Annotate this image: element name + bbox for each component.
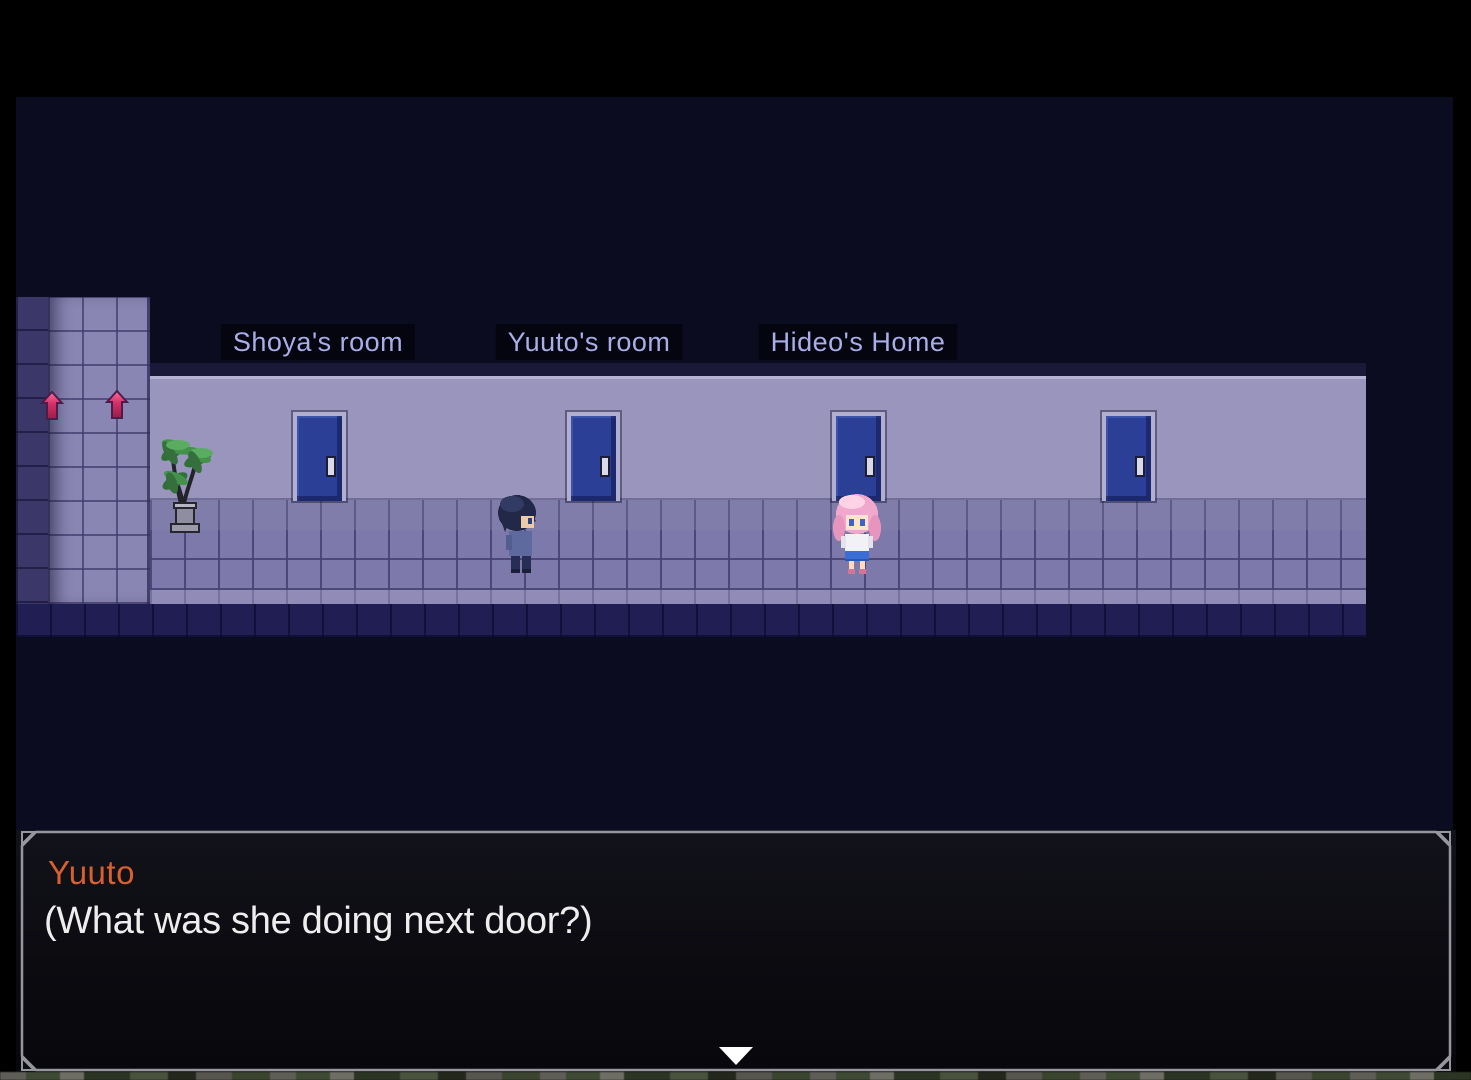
corner-ornament-icon [22,832,34,844]
corner-ornament-icon [1438,832,1450,844]
floor-near-wall [150,500,1366,530]
door-handle [600,456,610,477]
exit-up-arrow-icon[interactable] [105,389,129,421]
corridor-left-dark-tiles [16,297,48,637]
corner-ornament-icon [1438,1058,1450,1070]
background-photo-strip [0,1072,1471,1080]
dialogue-text: (What was she doing next door?) [44,900,592,943]
dialogue-frame [16,830,1456,1072]
floor-shadow-tiles [16,604,1366,637]
door-handle [865,456,875,477]
floor-tiles [150,530,1366,590]
floor-highlight-band [150,590,1366,604]
door-hideos-home[interactable] [832,412,885,501]
female-character[interactable] [832,490,882,578]
game-screen: Shoya's room Yuuto's room Hideo's Home [0,0,1471,1080]
door-unlabeled[interactable] [1102,412,1155,501]
male-character[interactable] [496,492,542,578]
room-label-shoya: Shoya's room [221,324,415,360]
corridor-exit-tiles [48,297,150,604]
plant-pot [171,503,199,532]
wall-top-band [150,363,1366,376]
palm-fronds [158,436,214,495]
potted-plant [148,429,220,537]
room-label-hideo: Hideo's Home [759,324,958,360]
continue-arrow-icon[interactable] [718,1046,754,1066]
dialogue-box[interactable]: Yuuto (What was she doing next door?) [16,830,1456,1072]
door-yuutos-room[interactable] [567,412,620,501]
door-handle [326,456,336,477]
door-handle [1135,456,1145,477]
exit-up-arrow-icon[interactable] [40,390,64,422]
door-shoyas-room[interactable] [293,412,346,501]
corner-ornament-icon [22,1058,34,1070]
room-label-yuuto: Yuuto's room [496,324,683,360]
speaker-name: Yuuto [48,854,135,892]
